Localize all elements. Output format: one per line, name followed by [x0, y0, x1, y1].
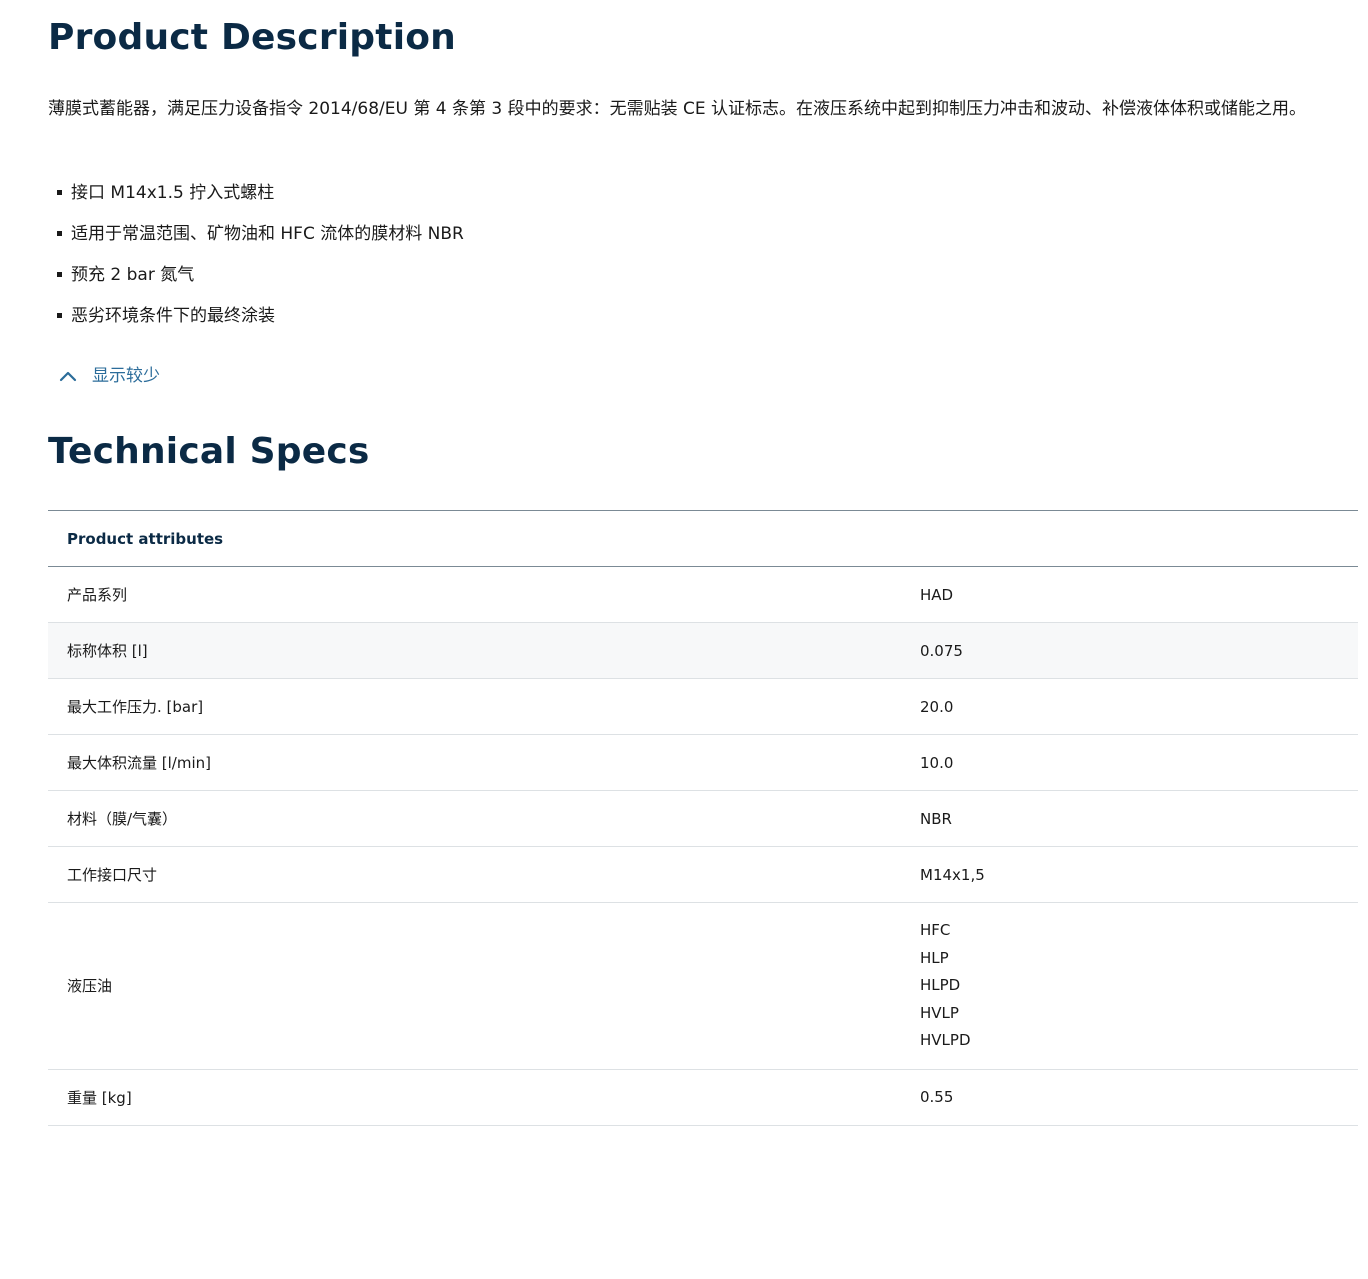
attribute-label: 液压油 — [67, 977, 113, 996]
table-row: 工作接口尺寸 M14x1,5 — [48, 847, 1358, 903]
attribute-value: HAD — [920, 585, 954, 604]
product-description-text: 薄膜式蓄能器，满足压力设备指令 2014/68/EU 第 4 条第 3 段中的要… — [48, 99, 1307, 119]
feature-item: 适用于常温范围、矿物油和 HFC 流体的膜材料 NBR — [48, 219, 464, 260]
table-row: 液压油 HFC HLP HLPD HVLP HVLPD — [48, 903, 1358, 1070]
product-description-title: Product Description — [48, 17, 456, 58]
feature-item-text: 预充 2 bar 氮气 — [71, 265, 195, 285]
show-less-button[interactable]: 显示较少 — [58, 362, 160, 390]
feature-item: 恶劣环境条件下的最终涂装 — [48, 301, 464, 342]
attribute-label: 材料（膜/气囊） — [67, 810, 178, 828]
attribute-label: 重量 [kg] — [67, 1088, 132, 1107]
specs-header: Product attributes — [67, 529, 224, 548]
feature-item: 接口 M14x1.5 拧入式螺柱 — [48, 178, 464, 219]
attribute-value: 10.0 — [920, 753, 954, 772]
attribute-value: M14x1,5 — [920, 865, 985, 884]
attribute-value: 20.0 — [920, 697, 954, 716]
feature-item-text: 恶劣环境条件下的最终涂装 — [71, 306, 275, 326]
attribute-value-list: HFC HLP HLPD HVLP HVLPD — [920, 903, 1358, 1070]
table-row: 产品系列 HAD — [48, 567, 1358, 623]
bullet-icon — [57, 190, 62, 195]
show-less-label: 显示较少 — [92, 366, 160, 386]
attribute-value: HLPD — [920, 976, 961, 994]
attribute-value: 0.075 — [920, 641, 963, 660]
table-row: 最大工作压力. [bar] 20.0 — [48, 679, 1358, 735]
table-row: 重量 [kg] 0.55 — [48, 1069, 1358, 1125]
bullet-icon — [57, 231, 62, 236]
feature-list: 接口 M14x1.5 拧入式螺柱 适用于常温范围、矿物油和 HFC 流体的膜材料… — [48, 178, 464, 342]
chevron-up-icon — [59, 371, 77, 382]
attribute-value: HVLP — [920, 1003, 959, 1022]
attribute-value: HLP — [920, 948, 949, 967]
attribute-value: HVLPD — [920, 1031, 971, 1049]
table-row: 最大体积流量 [l/min] 10.0 — [48, 735, 1358, 791]
specs-header-row: Product attributes — [48, 510, 1358, 567]
attribute-label: 标称体积 [l] — [67, 642, 148, 660]
attribute-label: 工作接口尺寸 — [67, 866, 158, 884]
attribute-label: 产品系列 — [67, 586, 128, 604]
bullet-icon — [57, 313, 62, 318]
technical-specs-title: Technical Specs — [48, 431, 370, 472]
feature-item-text: 适用于常温范围、矿物油和 HFC 流体的膜材料 NBR — [71, 224, 464, 244]
feature-item-text: 接口 M14x1.5 拧入式螺柱 — [71, 183, 275, 203]
bullet-icon — [57, 272, 62, 277]
attribute-value: NBR — [920, 809, 952, 828]
attribute-value: 0.55 — [920, 1088, 954, 1106]
table-row: 材料（膜/气囊） NBR — [48, 791, 1358, 847]
attribute-label: 最大体积流量 [l/min] — [67, 754, 211, 772]
attribute-value: HFC — [920, 921, 951, 939]
table-row: 标称体积 [l] 0.075 — [48, 622, 1358, 679]
feature-item: 预充 2 bar 氮气 — [48, 260, 464, 301]
specs-table: Product attributes 产品系列 HAD 标称体积 [l] 0.0… — [48, 510, 1358, 1126]
attribute-label: 最大工作压力. [bar] — [67, 698, 204, 716]
